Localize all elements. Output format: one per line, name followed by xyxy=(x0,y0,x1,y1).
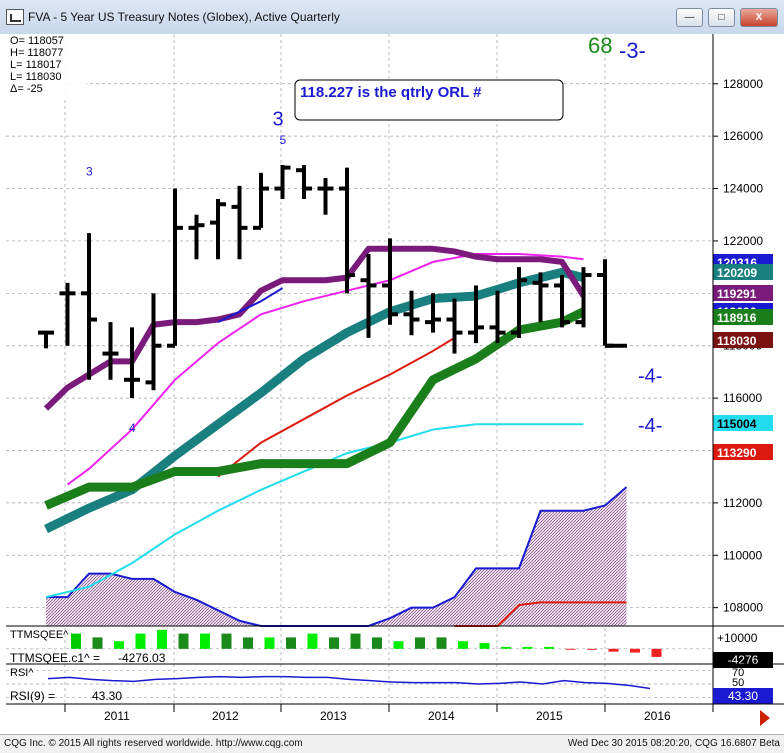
ttm-bar xyxy=(608,648,619,652)
wave-annotation: 5 xyxy=(280,133,287,147)
ttm-bar xyxy=(157,629,167,649)
price-tick-label: 124000 xyxy=(723,182,763,196)
price-label-badge: 118916 xyxy=(713,309,773,325)
price-tick-label: 128000 xyxy=(723,77,763,91)
wave-annotation: 3 xyxy=(86,164,93,178)
price-label-badge: 120209 xyxy=(713,264,773,280)
ttm-bar xyxy=(178,633,189,649)
ttm-value-badge-text: -4276 xyxy=(728,653,759,667)
ttm-bar xyxy=(114,641,124,649)
ttm-value: -4276.03 xyxy=(118,651,166,665)
ttm-bar xyxy=(350,633,361,649)
window-title: FVA - 5 Year US Treasury Notes (Globex),… xyxy=(28,10,340,24)
ttm-bar xyxy=(458,641,468,649)
ttm-bar xyxy=(286,637,296,649)
x-axis-label: 2011 xyxy=(104,709,130,723)
wave-annotation: -4- xyxy=(638,365,662,387)
wave-annotation: 3 xyxy=(273,109,284,131)
ohlc-info-box: O= 118057H= 118077L= 118017L= 118030Δ= -… xyxy=(6,34,86,98)
info-box-line: L= 118030 xyxy=(10,71,62,83)
info-box-line: H= 118077 xyxy=(10,47,63,59)
ttm-bar xyxy=(565,648,576,650)
price-tick-label: 126000 xyxy=(723,129,763,143)
info-box-line: Δ= -25 xyxy=(10,83,43,95)
x-axis-label: 2014 xyxy=(428,709,455,723)
price-label-badge: 118030 xyxy=(713,332,773,348)
ttm-label-2: TTMSQEE.c1^ = xyxy=(10,651,100,665)
price-label-badge: 119291 xyxy=(713,285,773,301)
ttm-bar xyxy=(329,637,339,649)
ttm-bar xyxy=(544,646,554,649)
minimize-button[interactable]: — xyxy=(676,8,703,27)
price-tick-label: 122000 xyxy=(723,234,763,248)
price-label-text: 113290 xyxy=(717,446,757,460)
orl-annotation-box: 118.227 is the qtrly ORL # xyxy=(294,79,564,121)
rsi-value-badge-text: 43.30 xyxy=(728,689,758,703)
timestamp-text: Wed Dec 30 2015 08:20:20, CQG 16.6807 Be… xyxy=(567,738,780,749)
rsi-label-2: RSI(9) = xyxy=(10,689,55,703)
ttm-bar xyxy=(415,637,425,649)
rsi-value: 43.30 xyxy=(92,689,122,703)
corner-blue-label: -3- xyxy=(619,38,646,63)
corner-green-label: 68 xyxy=(588,34,612,58)
ttm-bar xyxy=(372,637,382,649)
ttm-bar xyxy=(135,633,146,649)
rsi-tick-label: 50 xyxy=(732,677,744,689)
info-box-line: L= 118017 xyxy=(10,59,62,71)
info-box-line: O= 118057 xyxy=(10,35,64,47)
ttm-bar xyxy=(221,633,232,649)
price-label-text: 118030 xyxy=(717,334,757,348)
chart-app-icon xyxy=(6,9,24,25)
close-button[interactable]: X xyxy=(740,8,778,27)
chart-area[interactable]: 1280001260001240001220001200001180001160… xyxy=(0,34,784,734)
price-label-badge: 115004 xyxy=(713,415,773,431)
maximize-button[interactable]: □ xyxy=(708,8,735,27)
rsi-line xyxy=(47,675,651,690)
price-tick-label: 110000 xyxy=(723,548,762,562)
ttm-bar xyxy=(501,646,511,649)
chart-svg[interactable]: 1280001260001240001220001200001180001160… xyxy=(0,34,784,734)
price-label-text: 120209 xyxy=(717,266,757,280)
copyright-text: CQG Inc. © 2015 All rights reserved worl… xyxy=(4,738,303,749)
ttm-bar xyxy=(651,648,662,657)
orl-box-text: 118.227 is the qtrly ORL # xyxy=(300,84,482,101)
wave-annotation: 4 xyxy=(129,421,136,435)
price-tick-label: 108000 xyxy=(723,601,763,615)
price-label-badge: 113290 xyxy=(713,444,773,460)
ttm-bar xyxy=(393,641,404,649)
ttm-bar xyxy=(587,648,597,650)
rsi-label: RSI^ xyxy=(10,667,34,679)
ttm-label: TTMSQEE^ xyxy=(10,629,69,641)
x-axis-label: 2016 xyxy=(644,709,671,723)
window-titlebar: FVA - 5 Year US Treasury Notes (Globex),… xyxy=(0,0,784,35)
ttm-bar xyxy=(479,643,490,649)
ttm-bar xyxy=(436,637,447,649)
x-axis-label: 2013 xyxy=(320,709,347,723)
price-label-text: 115004 xyxy=(717,417,757,431)
ttm-bar xyxy=(522,646,533,649)
price-label-text: 119291 xyxy=(717,287,757,301)
price-tick-label: 116000 xyxy=(723,391,762,405)
x-axis-label: 2015 xyxy=(536,709,563,723)
ttm-bar xyxy=(264,637,275,649)
wave-annotation: -4- xyxy=(638,415,662,437)
ttm-bar xyxy=(307,633,318,649)
price-label-text: 118916 xyxy=(717,311,757,325)
ttm-bar xyxy=(630,648,640,653)
ttm-bar xyxy=(92,637,103,649)
x-axis-label: 2012 xyxy=(212,709,239,723)
ttm-bar xyxy=(200,633,210,649)
price-tick-label: 112000 xyxy=(723,496,762,510)
ttm-bar xyxy=(71,633,81,649)
ttm-tick-label: +10000 xyxy=(717,631,758,645)
status-bar: CQG Inc. © 2015 All rights reserved worl… xyxy=(0,734,784,753)
ttm-bar xyxy=(243,637,253,649)
